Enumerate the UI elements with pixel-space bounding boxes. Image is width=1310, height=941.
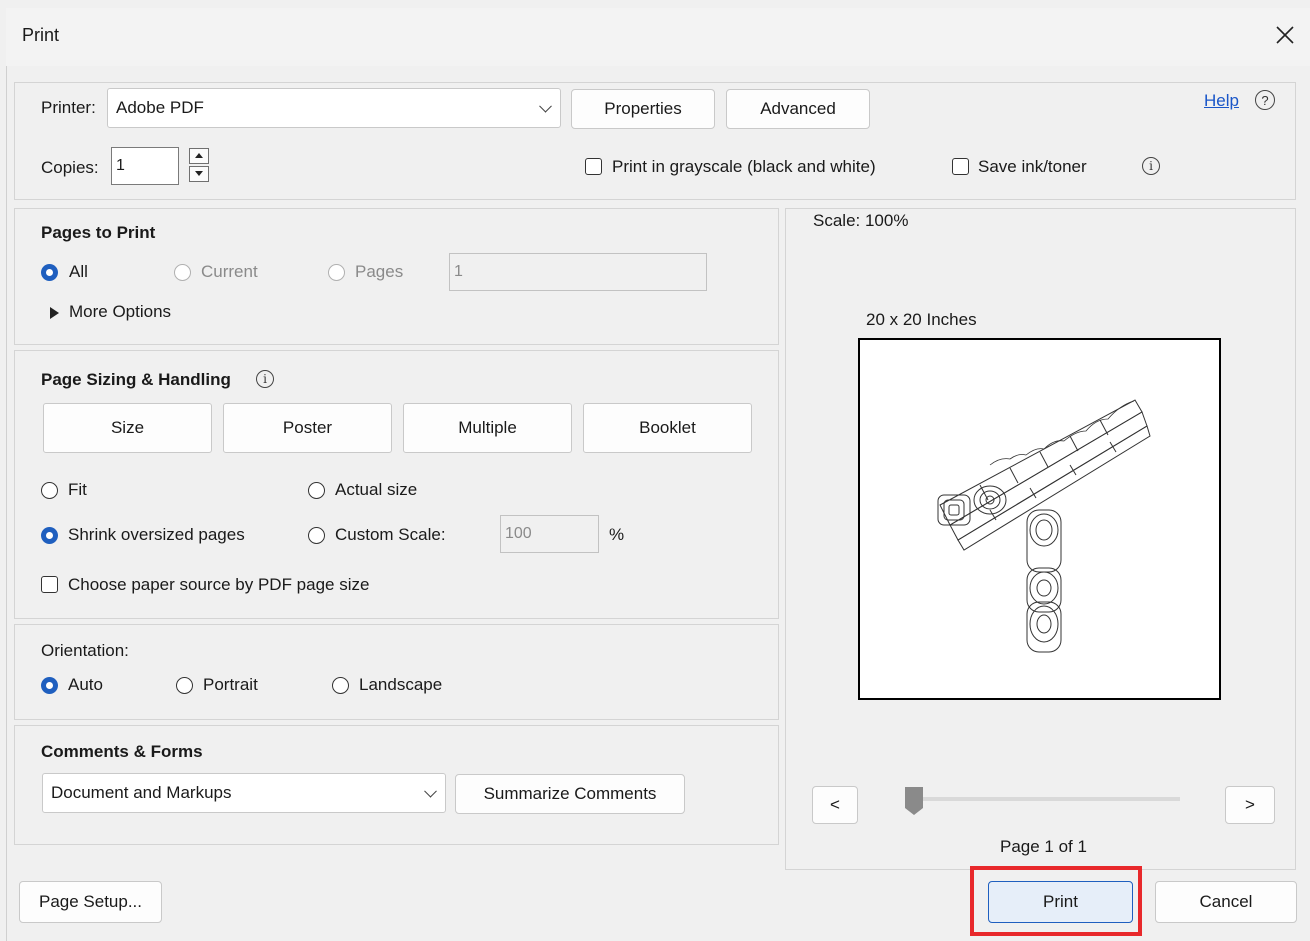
actual-size-label: Actual size xyxy=(335,480,418,499)
printer-select[interactable]: Adobe PDF xyxy=(107,88,561,128)
fit-radio[interactable] xyxy=(41,482,58,499)
grayscale-checkbox[interactable] xyxy=(585,158,602,175)
current-radio[interactable] xyxy=(174,264,191,281)
arrow-up-icon xyxy=(195,153,203,158)
pages-range-input[interactable]: 1 xyxy=(449,253,707,291)
copies-input[interactable]: 1 xyxy=(111,147,179,185)
copies-increment[interactable] xyxy=(189,148,209,164)
chevron-down-icon xyxy=(539,99,552,113)
fit-label: Fit xyxy=(68,480,87,499)
orientation-panel xyxy=(14,624,779,720)
custom-scale-label: Custom Scale: xyxy=(335,525,446,544)
shrink-oversized-radio[interactable] xyxy=(41,527,58,544)
landscape-radio[interactable] xyxy=(332,677,349,694)
actual-size-radio[interactable] xyxy=(308,482,325,499)
orientation-title: Orientation: xyxy=(41,641,129,660)
page-slider-track[interactable] xyxy=(910,797,1180,801)
pages-to-print-title: Pages to Print xyxy=(41,223,156,242)
copies-decrement[interactable] xyxy=(189,166,209,182)
next-page-button[interactable]: > xyxy=(1225,786,1275,824)
scale-text: Scale: 100% xyxy=(813,211,909,230)
cancel-button[interactable]: Cancel xyxy=(1155,881,1297,923)
page-size-text: 20 x 20 Inches xyxy=(866,310,977,329)
properties-button[interactable]: Properties xyxy=(571,89,715,129)
landscape-label: Landscape xyxy=(359,675,443,694)
shrink-oversized-label: Shrink oversized pages xyxy=(68,525,245,544)
custom-scale-input[interactable]: 100 xyxy=(500,515,599,553)
paper-source-checkbox[interactable] xyxy=(41,576,58,593)
paper-source-label: Choose paper source by PDF page size xyxy=(68,575,370,594)
all-label: All xyxy=(69,262,88,281)
more-options-toggle[interactable]: More Options xyxy=(69,302,171,322)
page-preview xyxy=(858,338,1221,700)
preview-drawing xyxy=(937,399,1151,653)
help-question-icon[interactable]: ? xyxy=(1255,90,1275,110)
previous-page-button[interactable]: < xyxy=(812,786,858,824)
summarize-comments-button[interactable]: Summarize Comments xyxy=(455,774,685,814)
multiple-button[interactable]: Multiple xyxy=(403,403,572,453)
page-count-text: Page 1 of 1 xyxy=(1000,837,1087,856)
info-icon[interactable]: i xyxy=(1142,157,1160,175)
comments-forms-select[interactable]: Document and Markups xyxy=(42,773,446,813)
comments-forms-title: Comments & Forms xyxy=(41,742,203,761)
all-radio[interactable] xyxy=(41,264,58,281)
expand-triangle-icon[interactable] xyxy=(50,307,60,319)
print-button-highlight xyxy=(970,866,1142,936)
portrait-label: Portrait xyxy=(203,675,258,694)
size-button[interactable]: Size xyxy=(43,403,212,453)
booklet-button[interactable]: Booklet xyxy=(583,403,752,453)
save-ink-label: Save ink/toner xyxy=(978,157,1087,176)
copies-stepper[interactable] xyxy=(189,148,211,184)
copies-label: Copies: xyxy=(41,158,99,177)
percent-label: % xyxy=(609,525,625,544)
auto-radio[interactable] xyxy=(41,677,58,694)
current-label: Current xyxy=(201,262,258,281)
page-setup-button[interactable]: Page Setup... xyxy=(19,881,162,923)
auto-label: Auto xyxy=(68,675,103,694)
save-ink-checkbox[interactable] xyxy=(952,158,969,175)
close-icon[interactable] xyxy=(1275,25,1295,45)
comments-forms-select-value: Document and Markups xyxy=(51,783,232,802)
pages-radio[interactable] xyxy=(328,264,345,281)
grayscale-label: Print in grayscale (black and white) xyxy=(612,157,876,176)
advanced-button[interactable]: Advanced xyxy=(726,89,870,129)
arrow-down-icon xyxy=(195,171,203,176)
printer-label: Printer: xyxy=(41,98,96,117)
title-bar xyxy=(6,8,1310,66)
page-sizing-title: Page Sizing & Handling xyxy=(41,370,231,389)
chevron-down-icon xyxy=(424,784,437,798)
poster-button[interactable]: Poster xyxy=(223,403,392,453)
pages-label: Pages xyxy=(355,262,404,281)
help-link[interactable]: Help xyxy=(1204,91,1239,111)
printer-select-value: Adobe PDF xyxy=(116,98,204,117)
info-icon[interactable]: i xyxy=(256,370,274,388)
page-slider-thumb[interactable] xyxy=(904,786,924,816)
window-title: Print xyxy=(22,25,60,45)
portrait-radio[interactable] xyxy=(176,677,193,694)
custom-scale-radio[interactable] xyxy=(308,527,325,544)
